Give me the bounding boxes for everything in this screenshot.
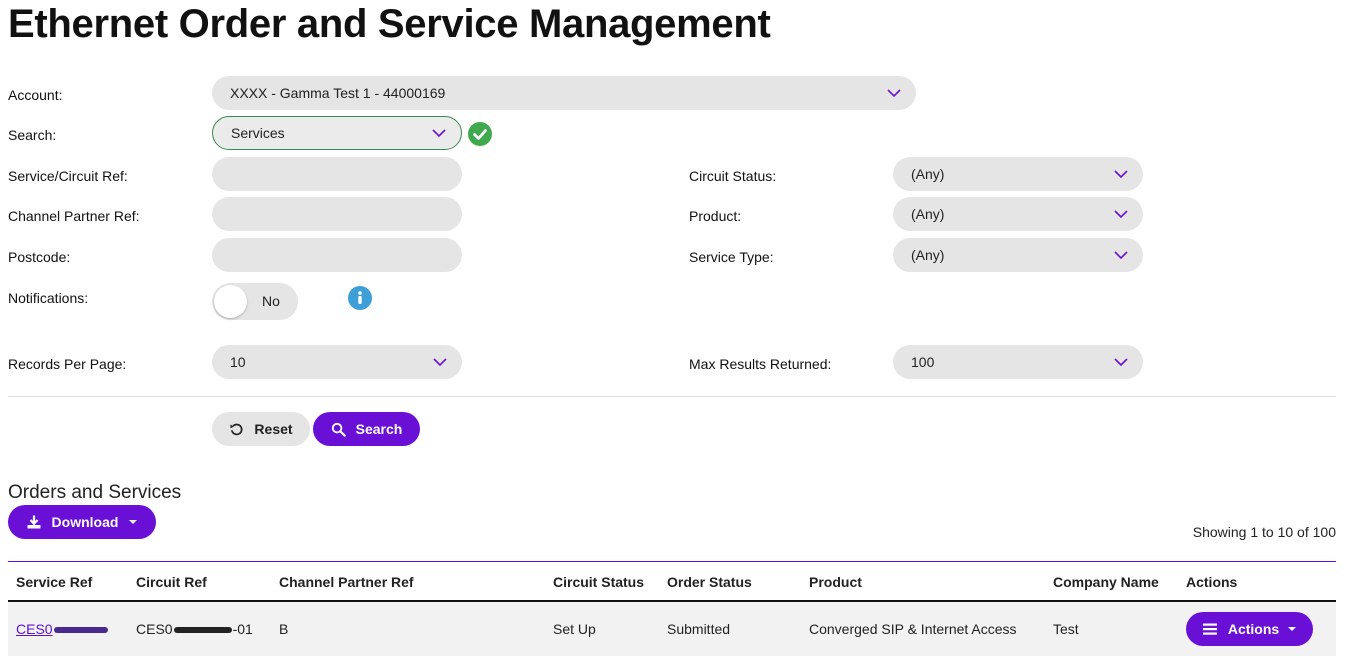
search-type-select[interactable]: Services bbox=[212, 116, 462, 150]
col-circuit-status[interactable]: Circuit Status bbox=[553, 574, 644, 590]
results-title: Orders and Services bbox=[8, 482, 182, 503]
download-button-label: Download bbox=[51, 514, 119, 530]
menu-icon bbox=[1202, 623, 1217, 635]
product-select[interactable]: (Any) bbox=[893, 197, 1143, 231]
notifications-label: Notifications: bbox=[8, 290, 89, 306]
records-per-page-label: Records Per Page: bbox=[8, 356, 127, 372]
product-label: Product: bbox=[689, 208, 742, 224]
circuit-status-label: Circuit Status: bbox=[689, 168, 777, 184]
search-icon bbox=[331, 422, 346, 437]
service-ref-label: Service/Circuit Ref: bbox=[8, 168, 128, 184]
service-ref-cell[interactable]: CES0 bbox=[16, 621, 109, 637]
service-type-value: (Any) bbox=[911, 247, 945, 263]
chevron-down-icon bbox=[1114, 210, 1128, 219]
service-ref-link[interactable]: CES0 bbox=[16, 621, 109, 637]
chevron-down-icon bbox=[433, 358, 447, 367]
channel-partner-ref-cell: B bbox=[279, 621, 289, 637]
reset-button[interactable]: Reset bbox=[212, 412, 310, 446]
circuit-status-value: (Any) bbox=[911, 166, 945, 182]
circuit-ref-cell: CES0 -01 bbox=[136, 621, 253, 637]
col-service-ref[interactable]: Service Ref bbox=[16, 574, 92, 590]
notifications-toggle-value: No bbox=[262, 293, 280, 309]
col-order-status[interactable]: Order Status bbox=[667, 574, 752, 590]
info-icon[interactable] bbox=[348, 286, 372, 310]
search-button-label: Search bbox=[355, 421, 403, 437]
search-type-value: Services bbox=[231, 125, 285, 141]
records-per-page-select[interactable]: 10 bbox=[212, 345, 462, 379]
account-select-value: XXXX - Gamma Test 1 - 44000169 bbox=[230, 85, 446, 101]
download-icon bbox=[27, 515, 41, 529]
notifications-toggle[interactable]: No bbox=[212, 283, 298, 320]
toggle-knob bbox=[214, 285, 247, 318]
service-ref-input[interactable] bbox=[212, 157, 462, 191]
chevron-down-icon bbox=[887, 89, 901, 98]
table-row: CES0 CES0 -01 B Set Up Submitted Converge… bbox=[8, 602, 1336, 656]
chevron-down-icon bbox=[432, 129, 446, 138]
service-type-label: Service Type: bbox=[689, 249, 774, 265]
postcode-label: Postcode: bbox=[8, 249, 71, 265]
redaction bbox=[173, 627, 232, 634]
records-per-page-value: 10 bbox=[230, 354, 246, 370]
max-results-label: Max Results Returned: bbox=[689, 356, 832, 372]
max-results-select[interactable]: 100 bbox=[893, 345, 1143, 379]
search-type-label: Search: bbox=[8, 127, 57, 143]
chevron-down-icon bbox=[1114, 251, 1128, 260]
row-actions-label: Actions bbox=[1227, 621, 1280, 637]
product-cell: Converged SIP & Internet Access bbox=[809, 621, 1017, 637]
reset-icon bbox=[230, 423, 243, 435]
redaction bbox=[53, 627, 108, 634]
caret-down-icon bbox=[1288, 627, 1297, 631]
page-title: Ethernet Order and Service Management bbox=[8, 2, 771, 46]
col-channel-partner-ref[interactable]: Channel Partner Ref bbox=[279, 574, 414, 590]
form-divider bbox=[8, 396, 1336, 397]
circuit-status-cell: Set Up bbox=[553, 621, 596, 637]
chevron-down-icon bbox=[1114, 170, 1128, 179]
circuit-status-select[interactable]: (Any) bbox=[893, 157, 1143, 191]
service-type-select[interactable]: (Any) bbox=[893, 238, 1143, 272]
col-circuit-ref[interactable]: Circuit Ref bbox=[136, 574, 207, 590]
product-value: (Any) bbox=[911, 206, 945, 222]
check-circle-icon bbox=[468, 122, 492, 146]
channel-partner-ref-label: Channel Partner Ref: bbox=[8, 208, 140, 224]
download-button[interactable]: Download bbox=[8, 505, 156, 539]
results-count: Showing 1 to 10 of 100 bbox=[1192, 524, 1336, 540]
row-actions-button[interactable]: Actions bbox=[1186, 612, 1313, 646]
account-label: Account: bbox=[8, 87, 63, 103]
caret-down-icon bbox=[129, 520, 138, 524]
postcode-input[interactable] bbox=[212, 238, 462, 272]
max-results-value: 100 bbox=[911, 354, 935, 370]
order-status-cell: Submitted bbox=[667, 621, 731, 637]
account-select[interactable]: XXXX - Gamma Test 1 - 44000169 bbox=[212, 76, 916, 110]
channel-partner-ref-input[interactable] bbox=[212, 197, 462, 231]
chevron-down-icon bbox=[1114, 358, 1128, 367]
search-button[interactable]: Search bbox=[313, 412, 420, 446]
company-name-cell: Test bbox=[1053, 621, 1079, 637]
col-product[interactable]: Product bbox=[809, 574, 862, 590]
col-actions: Actions bbox=[1186, 574, 1238, 590]
table-header: Service Ref Circuit Ref Channel Partner … bbox=[8, 562, 1336, 600]
reset-button-label: Reset bbox=[254, 421, 293, 437]
col-company-name[interactable]: Company Name bbox=[1053, 574, 1159, 590]
